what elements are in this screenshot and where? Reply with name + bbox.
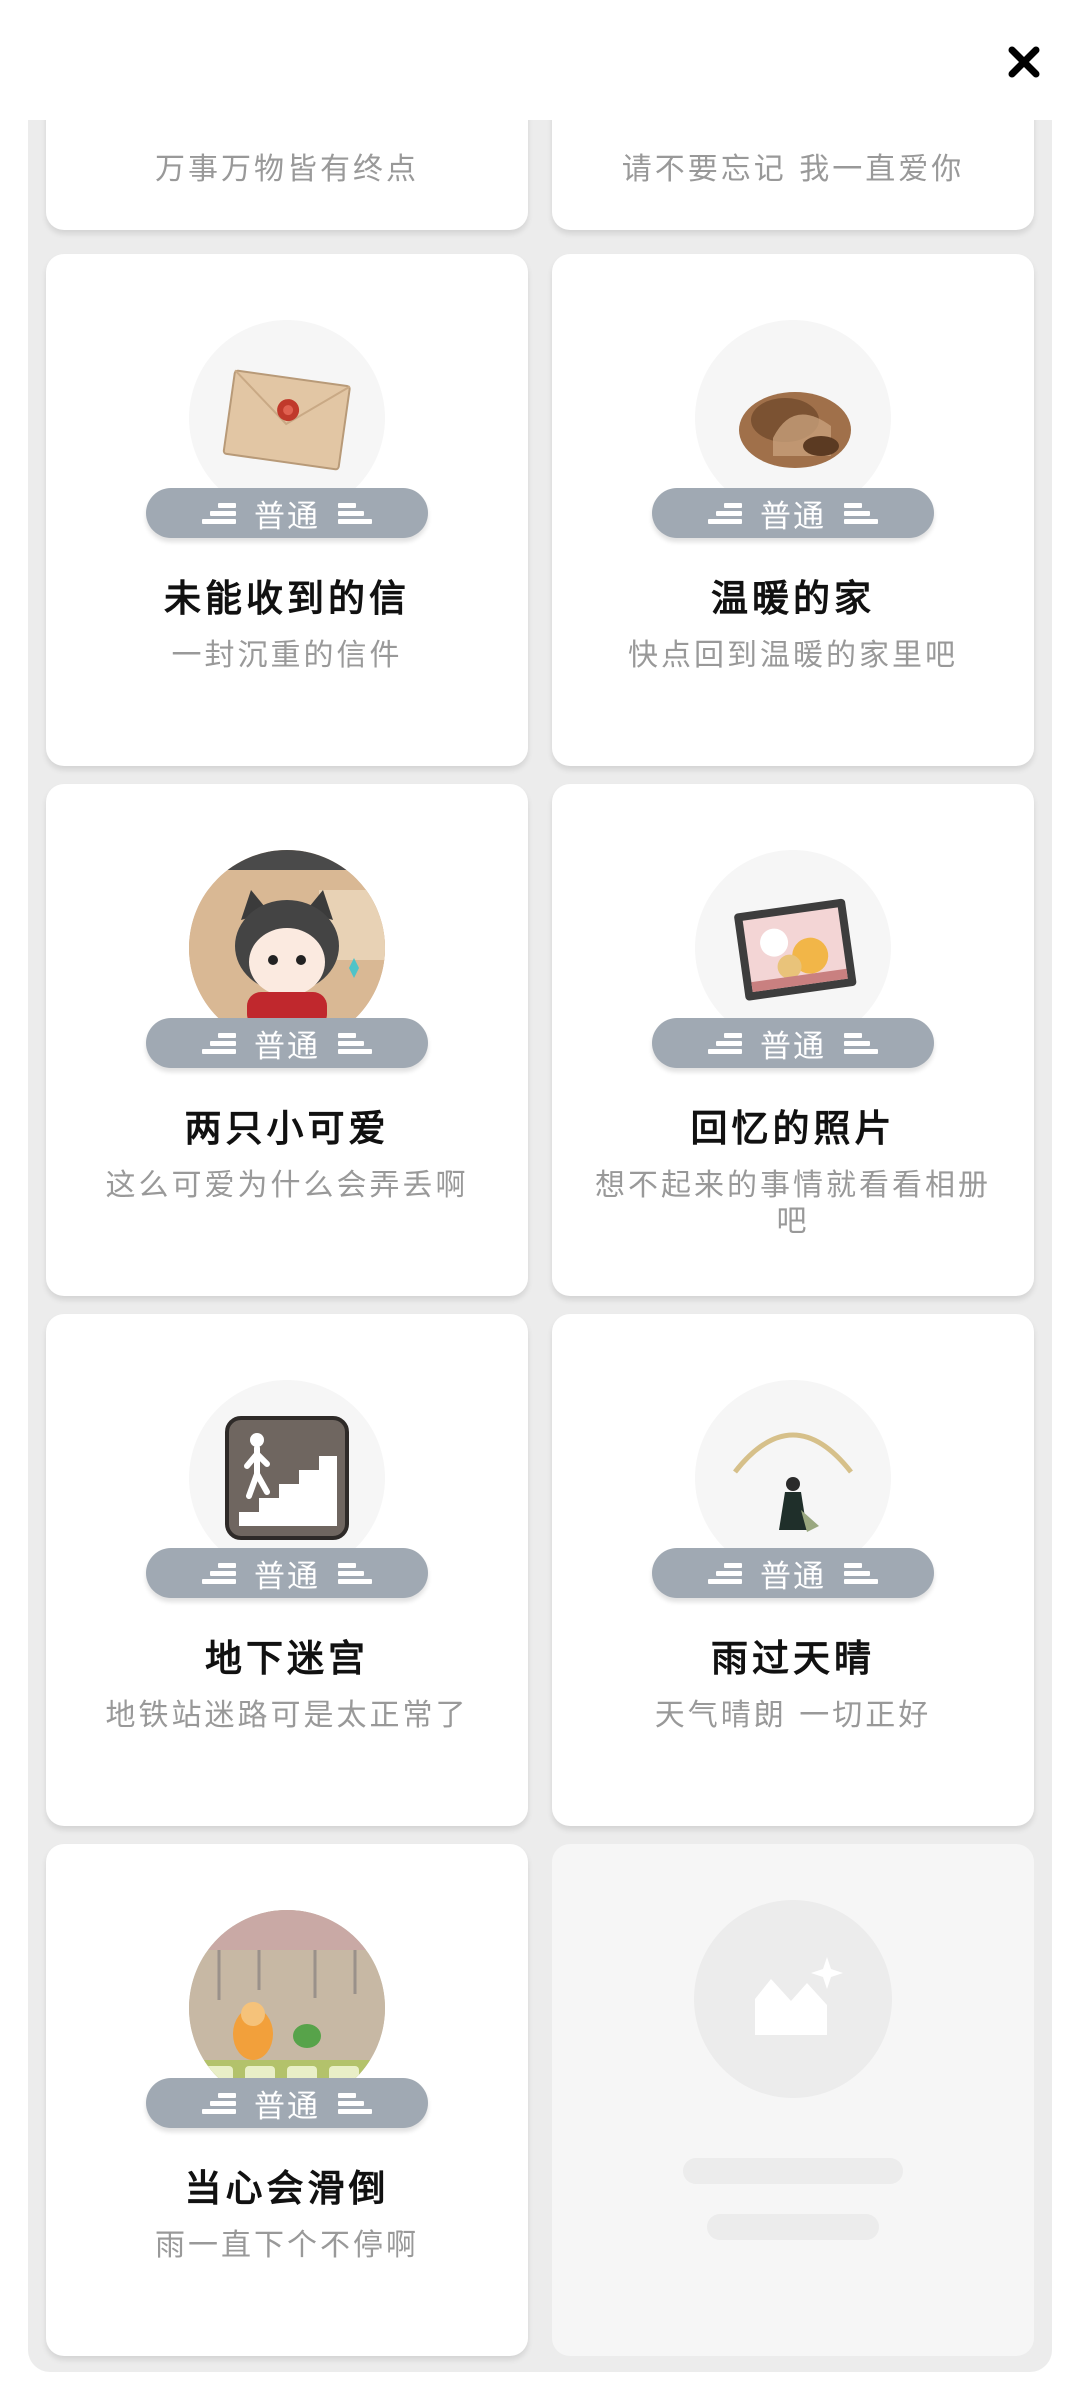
stairs-down-icon xyxy=(189,1380,385,1576)
rarity-badge: 普通 xyxy=(146,1548,428,1598)
collection-card-partial-right[interactable]: 请不要忘记 我一直爱你 xyxy=(552,120,1034,230)
collection-card[interactable]: 普通 温暖的家 快点回到温暖的家里吧 xyxy=(552,254,1034,766)
card-title: 雨过天晴 xyxy=(711,1636,875,1680)
rarity-badge: 普通 xyxy=(146,488,428,538)
card-title: 两只小可爱 xyxy=(184,1106,390,1150)
card-title: 温暖的家 xyxy=(711,576,875,620)
collection-card[interactable]: 普通 未能收到的信 一封沉重的信件 xyxy=(46,254,528,766)
card-desc: 想不起来的事情就看看相册吧 xyxy=(595,1168,991,1239)
close-button[interactable] xyxy=(996,34,1052,90)
rarity-badge: 普通 xyxy=(652,1548,934,1598)
rarity-label: 普通 xyxy=(254,1558,320,1595)
rarity-label: 普通 xyxy=(760,1558,826,1595)
rarity-badge: 普通 xyxy=(146,1018,428,1068)
collection-card[interactable]: 普通 雨过天晴 天气晴朗 一切正好 xyxy=(552,1314,1034,1826)
slip-warning-icon xyxy=(189,1910,385,2106)
card-desc: 雨一直下个不停啊 xyxy=(155,2228,419,2263)
rarity-label: 普通 xyxy=(254,1028,320,1065)
collection-panel: 万事万物皆有终点 请不要忘记 我一直爱你 普通 未能收到的信 一封沉重的信件 普… xyxy=(28,120,1052,2372)
card-desc: 快点回到温暖的家里吧 xyxy=(628,638,958,673)
add-image-icon xyxy=(694,1900,892,2098)
card-desc: 一封沉重的信件 xyxy=(171,638,403,673)
collection-card[interactable]: 普通 回忆的照片 想不起来的事情就看看相册吧 xyxy=(552,784,1034,1296)
card-desc: 请不要忘记 我一直爱你 xyxy=(621,152,965,187)
collection-card-partial-left[interactable]: 万事万物皆有终点 xyxy=(46,120,528,230)
card-title: 当心会滑倒 xyxy=(184,2166,390,2210)
collection-card[interactable]: 普通 两只小可爱 这么可爱为什么会弄丢啊 xyxy=(46,784,528,1296)
rarity-label: 普通 xyxy=(254,498,320,535)
card-title: 回忆的照片 xyxy=(690,1106,896,1150)
card-desc: 天气晴朗 一切正好 xyxy=(654,1698,932,1733)
placeholder-desc-bar xyxy=(707,2214,879,2240)
rarity-badge: 普通 xyxy=(652,1018,934,1068)
card-desc: 地铁站迷路可是太正常了 xyxy=(105,1698,469,1733)
rainbow-girl-icon xyxy=(695,1380,891,1576)
rarity-badge: 普通 xyxy=(652,488,934,538)
top-bar xyxy=(0,0,1080,120)
card-title: 未能收到的信 xyxy=(164,576,410,620)
rarity-badge: 普通 xyxy=(146,2078,428,2128)
card-title: 地下迷宫 xyxy=(205,1636,369,1680)
card-desc: 万事万物皆有终点 xyxy=(155,152,419,187)
photo-frame-icon xyxy=(695,850,891,1046)
cat-boy-icon xyxy=(189,850,385,1046)
rarity-label: 普通 xyxy=(254,2088,320,2125)
envelope-icon xyxy=(189,320,385,516)
close-icon xyxy=(1008,46,1040,78)
home-stone-icon xyxy=(695,320,891,516)
rarity-label: 普通 xyxy=(760,498,826,535)
collection-card[interactable]: 普通 地下迷宫 地铁站迷路可是太正常了 xyxy=(46,1314,528,1826)
empty-collection-slot xyxy=(552,1844,1034,2356)
card-desc: 这么可爱为什么会弄丢啊 xyxy=(105,1168,469,1203)
collection-card[interactable]: 普通 当心会滑倒 雨一直下个不停啊 xyxy=(46,1844,528,2356)
rarity-label: 普通 xyxy=(760,1028,826,1065)
placeholder-title-bar xyxy=(683,2158,903,2184)
